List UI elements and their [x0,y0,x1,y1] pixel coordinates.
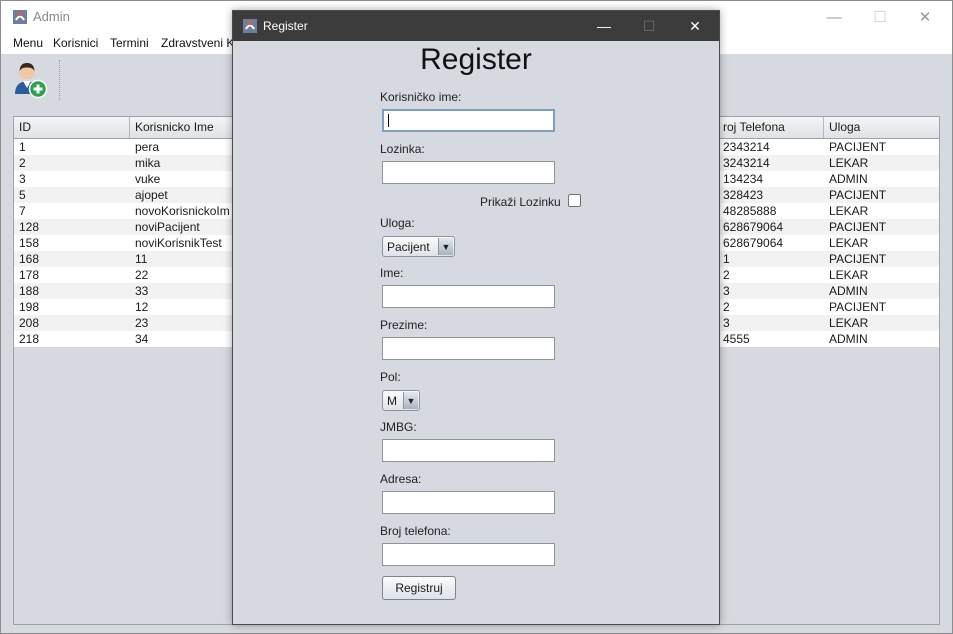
menu-item-termini[interactable]: Termini [110,36,149,50]
jmbg-label: JMBG: [380,420,417,434]
password-label: Lozinka: [380,142,425,156]
table-cell: ADMIN [829,172,868,186]
table-cell: PACIJENT [829,252,887,266]
register-dialog: Register — ☐ ✕ Register Korisničko ime: … [232,10,720,625]
table-cell: ADMIN [829,332,868,346]
table-cell: 3 [19,172,26,186]
table-cell: LEKAR [829,204,869,218]
table-cell: 2 [19,156,26,170]
chevron-down-icon: ▼ [403,392,418,409]
gender-label: Pol: [380,370,401,384]
show-password-checkbox[interactable] [568,194,581,207]
table-cell: PACIJENT [829,188,887,202]
table-cell: PACIJENT [829,300,887,314]
menu-item-zdravstveni[interactable]: Zdravstveni K [161,36,234,50]
table-cell: 168 [19,252,40,266]
minimize-button[interactable]: — [811,1,857,33]
close-icon: ✕ [689,17,701,34]
phone-field[interactable] [382,543,555,566]
java-app-icon [13,10,27,24]
java-app-icon [243,19,257,33]
minimize-icon: — [597,18,611,34]
table-cell: 208 [19,316,40,330]
dialog-minimize-button[interactable]: — [581,11,627,41]
maximize-icon: ☐ [642,17,656,34]
table-cell: 158 [19,236,40,250]
close-icon: ✕ [918,9,932,26]
table-cell: 4555 [723,332,750,346]
show-password-label: Prikaži Lozinku [480,195,561,209]
table-cell: 628679064 [723,236,784,250]
text-caret [388,114,389,127]
table-cell: 328423 [723,188,764,202]
role-selected-value: Pacijent [387,240,430,254]
table-cell: 178 [19,268,40,282]
table-cell: PACIJENT [829,220,887,234]
table-cell: 2 [723,268,730,282]
admin-title: Admin [33,9,70,24]
table-cell: 3243214 [723,156,770,170]
table-cell: 1 [19,140,26,154]
add-user-button[interactable] [9,58,51,102]
phone-label: Broj telefona: [380,524,451,538]
table-cell: 134234 [723,172,764,186]
table-cell: 2343214 [723,140,770,154]
table-cell: LEKAR [829,156,869,170]
gender-selected-value: M [387,394,397,408]
last-name-field[interactable] [382,337,555,360]
minimize-icon: — [826,8,842,26]
table-cell: 628679064 [723,220,784,234]
dialog-title-bar[interactable]: Register — ☐ ✕ [233,11,719,41]
table-cell: 2 [723,300,730,314]
jmbg-field[interactable] [382,439,555,462]
table-cell: 3 [723,316,730,330]
table-cell: 7 [19,204,26,218]
table-cell: 198 [19,300,40,314]
table-cell: 3 [723,284,730,298]
table-cell: 1 [723,252,730,266]
password-field[interactable] [382,161,555,184]
close-button[interactable]: ✕ [902,1,948,33]
table-cell: LEKAR [829,236,869,250]
first-name-field[interactable] [382,285,555,308]
role-select[interactable]: Pacijent ▼ [382,236,455,257]
column-header-broj-telefona[interactable]: roj Telefona [718,117,824,138]
column-header-id[interactable]: ID [14,117,130,138]
table-cell: ADMIN [829,284,868,298]
role-label: Uloga: [380,216,415,230]
register-button[interactable]: Registruj [382,576,456,600]
dialog-close-button[interactable]: ✕ [672,11,718,41]
table-cell: 128 [19,220,40,234]
chevron-down-icon: ▼ [438,238,453,255]
register-heading: Register [420,43,532,76]
username-field[interactable] [382,109,555,132]
table-cell: 48285888 [723,204,777,218]
first-name-label: Ime: [380,266,404,280]
maximize-button[interactable]: ☐ [857,1,903,33]
dialog-title: Register [263,19,308,33]
dialog-maximize-button: ☐ [626,11,672,41]
table-cell: LEKAR [829,268,869,282]
add-user-icon [15,63,48,99]
table-cell: 188 [19,284,40,298]
gender-select[interactable]: M ▼ [382,390,420,411]
address-label: Adresa: [380,472,422,486]
menu-item-menu[interactable]: Menu [13,36,43,50]
menu-item-korisnici[interactable]: Korisnici [53,36,98,50]
address-field[interactable] [382,491,555,514]
last-name-label: Prezime: [380,318,428,332]
username-label: Korisničko ime: [380,90,462,104]
maximize-icon: ☐ [873,9,887,26]
table-cell: PACIJENT [829,140,887,154]
table-cell: 218 [19,332,40,346]
column-header-uloga[interactable]: Uloga [824,117,939,138]
table-cell: LEKAR [829,316,869,330]
toolbar-separator [59,60,60,100]
table-cell: 5 [19,188,26,202]
